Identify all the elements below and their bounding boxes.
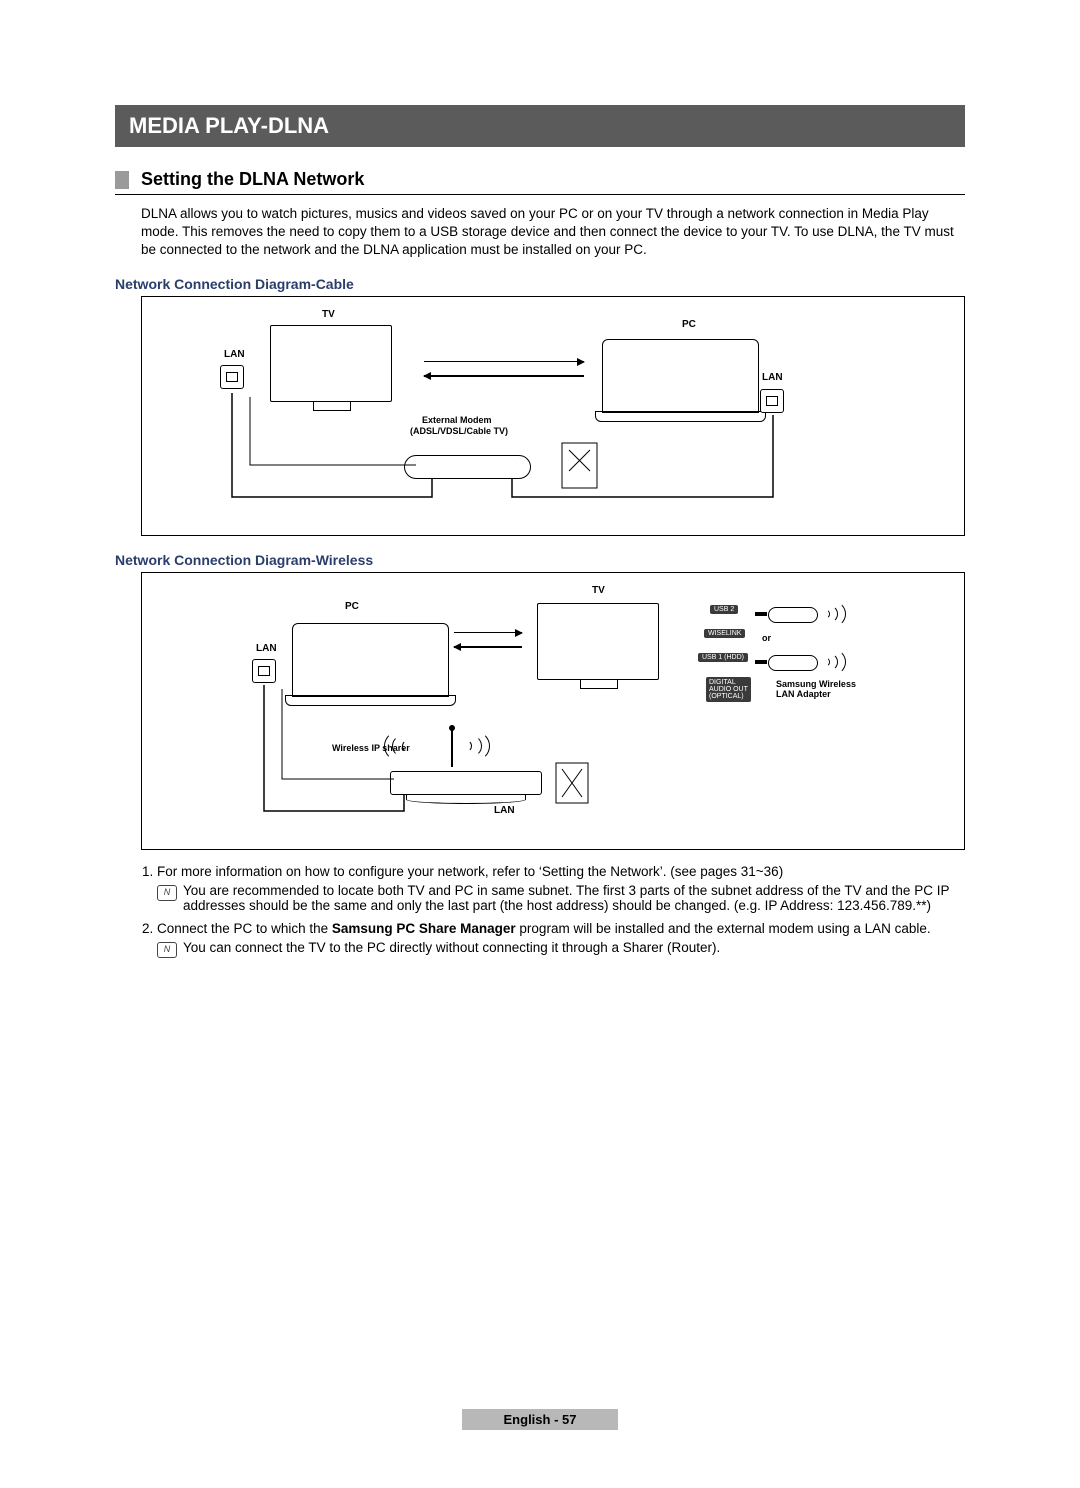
list-item: Connect the PC to which the Samsung PC S…	[157, 921, 965, 958]
page-number: English - 57	[462, 1409, 619, 1430]
wireless-cable-lines-icon	[142, 573, 964, 849]
list-item-text-pre: Connect the PC to which the	[157, 921, 332, 936]
instruction-list: For more information on how to configure…	[115, 864, 965, 958]
heading-rule	[115, 194, 965, 195]
list-item-text-bold: Samsung PC Share Manager	[332, 921, 516, 936]
cable-diagram: TV PC LAN LAN External Modem (ADSL/VDSL/…	[141, 296, 965, 536]
page: MEDIA PLAY-DLNA Setting the DLNA Network…	[0, 0, 1080, 1488]
cable-diagram-heading: Network Connection Diagram-Cable	[115, 276, 965, 292]
list-item: For more information on how to configure…	[157, 864, 965, 913]
note-row: N You can connect the TV to the PC direc…	[157, 940, 965, 958]
page-footer: English - 57	[0, 1409, 1080, 1430]
heading-bullet-icon	[115, 171, 129, 189]
list-item-text-post: program will be installed and the extern…	[516, 921, 931, 936]
note-icon: N	[157, 942, 177, 958]
list-item-text: For more information on how to configure…	[157, 864, 783, 879]
note-text: You are recommended to locate both TV an…	[183, 883, 965, 913]
section-heading: Setting the DLNA Network	[141, 169, 364, 190]
section-heading-row: Setting the DLNA Network	[115, 169, 965, 190]
note-icon: N	[157, 885, 177, 901]
page-title: MEDIA PLAY-DLNA	[129, 113, 329, 138]
intro-paragraph: DLNA allows you to watch pictures, music…	[115, 205, 965, 260]
note-text: You can connect the TV to the PC directl…	[183, 940, 720, 958]
note-row: N You are recommended to locate both TV …	[157, 883, 965, 913]
cable-lines-icon	[142, 297, 964, 535]
wireless-diagram-heading: Network Connection Diagram-Wireless	[115, 552, 965, 568]
page-title-bar: MEDIA PLAY-DLNA	[115, 105, 965, 147]
wireless-diagram: PC TV LAN LAN Wireless IP sharer or Sams…	[141, 572, 965, 850]
